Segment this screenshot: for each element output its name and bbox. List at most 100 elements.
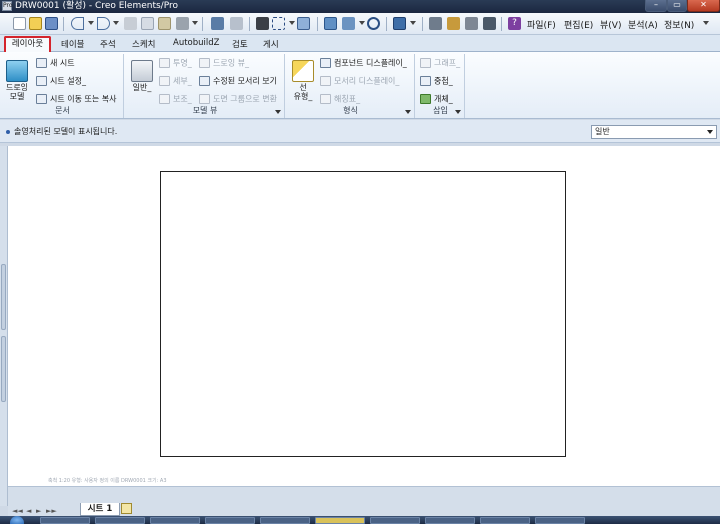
graph-button[interactable]: 그래프_ [420, 58, 460, 69]
drawing-model-button[interactable]: 드로잉 모델 [4, 60, 30, 101]
window-icon[interactable] [393, 17, 406, 30]
previous-sheet-button[interactable]: ◄ [26, 507, 31, 515]
overlay-button[interactable]: 중첩_ [420, 76, 453, 87]
close-button[interactable]: ✕ [687, 0, 720, 12]
menu-edit[interactable]: 편집(E) [564, 18, 593, 31]
orient-icon[interactable] [342, 17, 355, 30]
auxiliary-view-button[interactable]: 보조_ [159, 94, 192, 105]
eraser-icon[interactable] [429, 17, 442, 30]
repaint-icon[interactable] [324, 17, 337, 30]
taskbar-app-button[interactable] [370, 517, 420, 524]
pencil-icon[interactable] [447, 17, 460, 30]
selection-filter-select[interactable]: 일반 [591, 125, 717, 139]
drawing-sheet-border [160, 171, 566, 457]
draft-icon[interactable] [465, 17, 478, 30]
delete-icon[interactable] [176, 17, 189, 30]
insert-launcher-icon[interactable] [455, 110, 461, 114]
open-folder-icon[interactable] [29, 17, 42, 30]
menu-view[interactable]: 뷰(V) [600, 18, 621, 31]
cut-icon[interactable] [124, 17, 137, 30]
component-display-button[interactable]: 컴포넌트 디스플레이_ [320, 58, 407, 69]
format-launcher-icon[interactable] [405, 110, 411, 114]
select-box-icon[interactable] [272, 17, 285, 30]
sheet-tab-1[interactable]: 시트 1 [80, 503, 120, 516]
regenerate-icon[interactable] [211, 17, 224, 30]
line-style-icon [292, 60, 314, 82]
next-sheet-button[interactable]: ► [36, 507, 41, 515]
tab-table[interactable]: 테이블 [61, 38, 84, 50]
new-sheet-button[interactable]: 새 시트 [36, 58, 75, 69]
hatching-button[interactable]: 해칭표_ [320, 94, 360, 105]
layer-icon[interactable] [297, 17, 310, 30]
tab-sketch[interactable]: 스케치 [132, 38, 155, 50]
window-dropdown-icon[interactable] [410, 21, 416, 25]
menu-info[interactable]: 정보(N) [664, 18, 694, 31]
general-view-button[interactable]: 일반_ [129, 60, 155, 92]
find-icon[interactable] [256, 17, 269, 30]
insert-group: 그래프_ 중첩_ 개체_ 삽입 [417, 54, 465, 118]
help-icon[interactable]: ? [508, 17, 521, 30]
detail-view-button[interactable]: 세부_ [159, 76, 192, 87]
convert-to-draw-group-button[interactable]: 도면 그룹으로 변환 [199, 94, 277, 105]
orient-dropdown-icon[interactable] [359, 21, 365, 25]
taskbar-app-button[interactable] [40, 517, 90, 524]
taskbar-app-button[interactable] [150, 517, 200, 524]
drawing-view-button[interactable]: 드로잉 뷰_ [199, 58, 249, 69]
undo-icon[interactable] [71, 17, 84, 30]
tab-layout[interactable]: 레이아웃 [4, 36, 51, 53]
save-icon[interactable] [45, 17, 58, 30]
model-view-launcher-icon[interactable] [275, 110, 281, 114]
menu-analysis[interactable]: 분석(A) [628, 18, 658, 31]
redo-dropdown-icon[interactable] [113, 21, 119, 25]
taskbar-app-button[interactable] [260, 517, 310, 524]
copy-icon[interactable] [141, 17, 154, 30]
tree-icon[interactable] [230, 17, 243, 30]
taskbar-app-button[interactable] [205, 517, 255, 524]
edge-display-label: 모서리 디스플레이_ [334, 76, 400, 86]
new-file-icon[interactable] [13, 17, 26, 30]
convert-group-label: 도면 그룹으로 변환 [213, 94, 277, 104]
object-label: 개체_ [434, 94, 453, 104]
taskbar-app-button[interactable] [535, 517, 585, 524]
format-icon[interactable] [483, 17, 496, 30]
tab-publish[interactable]: 게시 [263, 38, 279, 50]
taskbar-app-button[interactable] [315, 517, 365, 524]
menu-file[interactable]: 파일(F) [527, 18, 556, 31]
taskbar-app-button[interactable] [425, 517, 475, 524]
line-style-button[interactable]: 선 유형_ [291, 60, 315, 101]
move-copy-sheet-button[interactable]: 시트 이동 또는 복사 [36, 94, 117, 105]
separator [422, 17, 423, 31]
new-sheet-label: 새 시트 [50, 58, 75, 68]
edge-display-button[interactable]: 모서리 디스플레이_ [320, 76, 399, 87]
delete-dropdown-icon[interactable] [192, 21, 198, 25]
convert-group-icon [199, 94, 210, 104]
minimize-button[interactable]: – [645, 0, 667, 12]
navigator-sash-handle[interactable] [1, 264, 6, 330]
redo-icon[interactable] [97, 17, 110, 30]
hatching-icon [320, 94, 331, 104]
projection-view-button[interactable]: 투영_ [159, 58, 192, 69]
maximize-button[interactable]: ▭ [667, 0, 687, 12]
menu-overflow-icon[interactable] [703, 21, 709, 25]
first-sheet-button[interactable]: ◄◄ [12, 507, 23, 515]
paste-icon[interactable] [158, 17, 171, 30]
modified-edges-button[interactable]: 수정된 모서리 보기 [199, 76, 277, 87]
undo-dropdown-icon[interactable] [88, 21, 94, 25]
last-sheet-button[interactable]: ►► [46, 507, 57, 515]
browser-sash-handle[interactable] [1, 336, 6, 402]
tab-review[interactable]: 검토 [232, 38, 248, 50]
taskbar-app-button[interactable] [95, 517, 145, 524]
new-sheet-tab-icon[interactable] [121, 503, 132, 514]
tab-annotate[interactable]: 주석 [100, 38, 116, 50]
start-orb-icon[interactable] [10, 516, 24, 524]
drawing-model-label: 드로잉 모델 [5, 83, 29, 101]
zoom-icon[interactable] [367, 17, 380, 30]
taskbar-app-button[interactable] [480, 517, 530, 524]
sheet-setup-button[interactable]: 시트 설정_ [36, 76, 86, 87]
sheet-format-hint: 축척 1:20 유형: 사용자 정의 이름 DRW0001 크기: A3 [48, 478, 167, 484]
object-button[interactable]: 개체_ [420, 94, 453, 105]
tab-autobuildz[interactable]: AutobuildZ [173, 38, 219, 48]
component-display-icon [320, 58, 331, 68]
select-dropdown-icon[interactable] [289, 21, 295, 25]
quick-access-toolbar: ? 파일(F) 편집(E) 뷰(V) 분석(A) 정보(N) [0, 13, 720, 35]
